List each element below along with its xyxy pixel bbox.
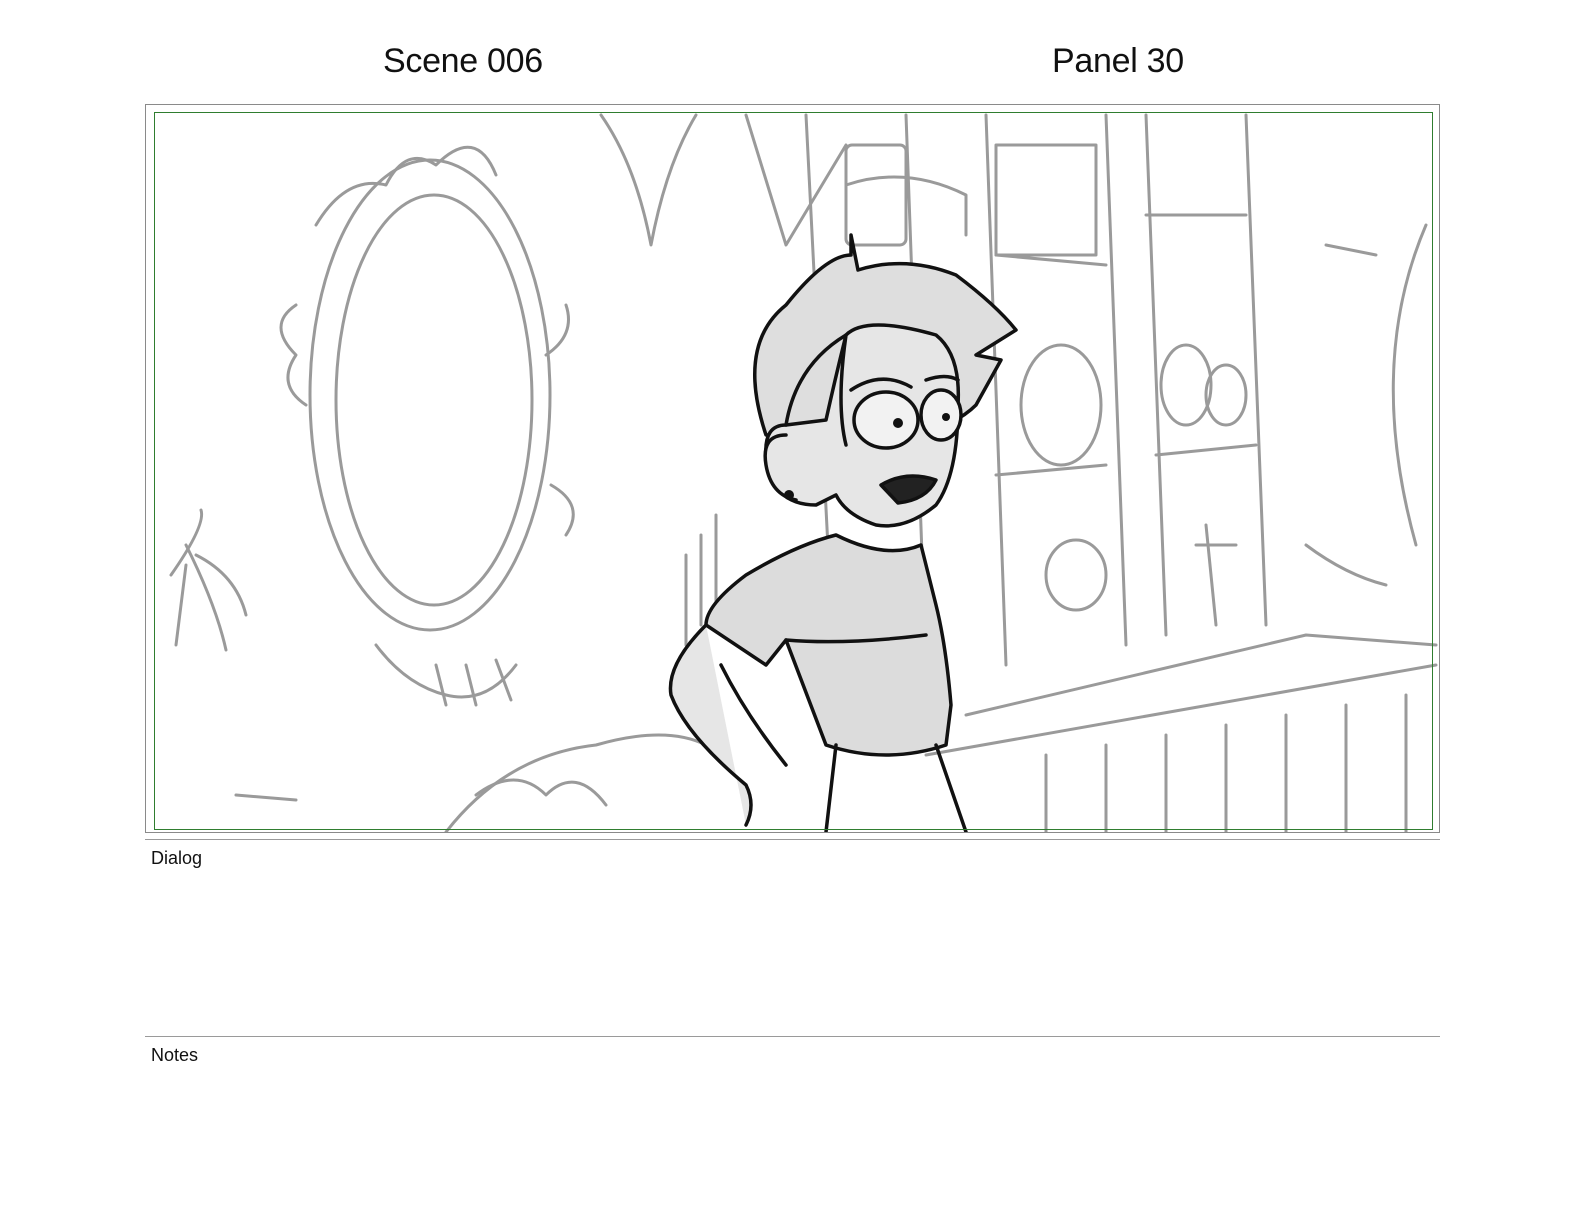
dialog-label: Dialog <box>151 848 203 868</box>
notes-text <box>151 1071 1431 1201</box>
storyboard-panel-image <box>146 105 1439 832</box>
divider <box>145 839 1440 840</box>
notes-label: Notes <box>151 1045 199 1065</box>
mirror-icon <box>279 145 575 707</box>
panel-number: Panel 30 <box>1052 42 1184 80</box>
dialog-text <box>151 874 1431 1024</box>
scene-number: Scene 006 <box>383 42 543 80</box>
divider <box>145 1036 1440 1037</box>
character-girl <box>668 233 1018 832</box>
